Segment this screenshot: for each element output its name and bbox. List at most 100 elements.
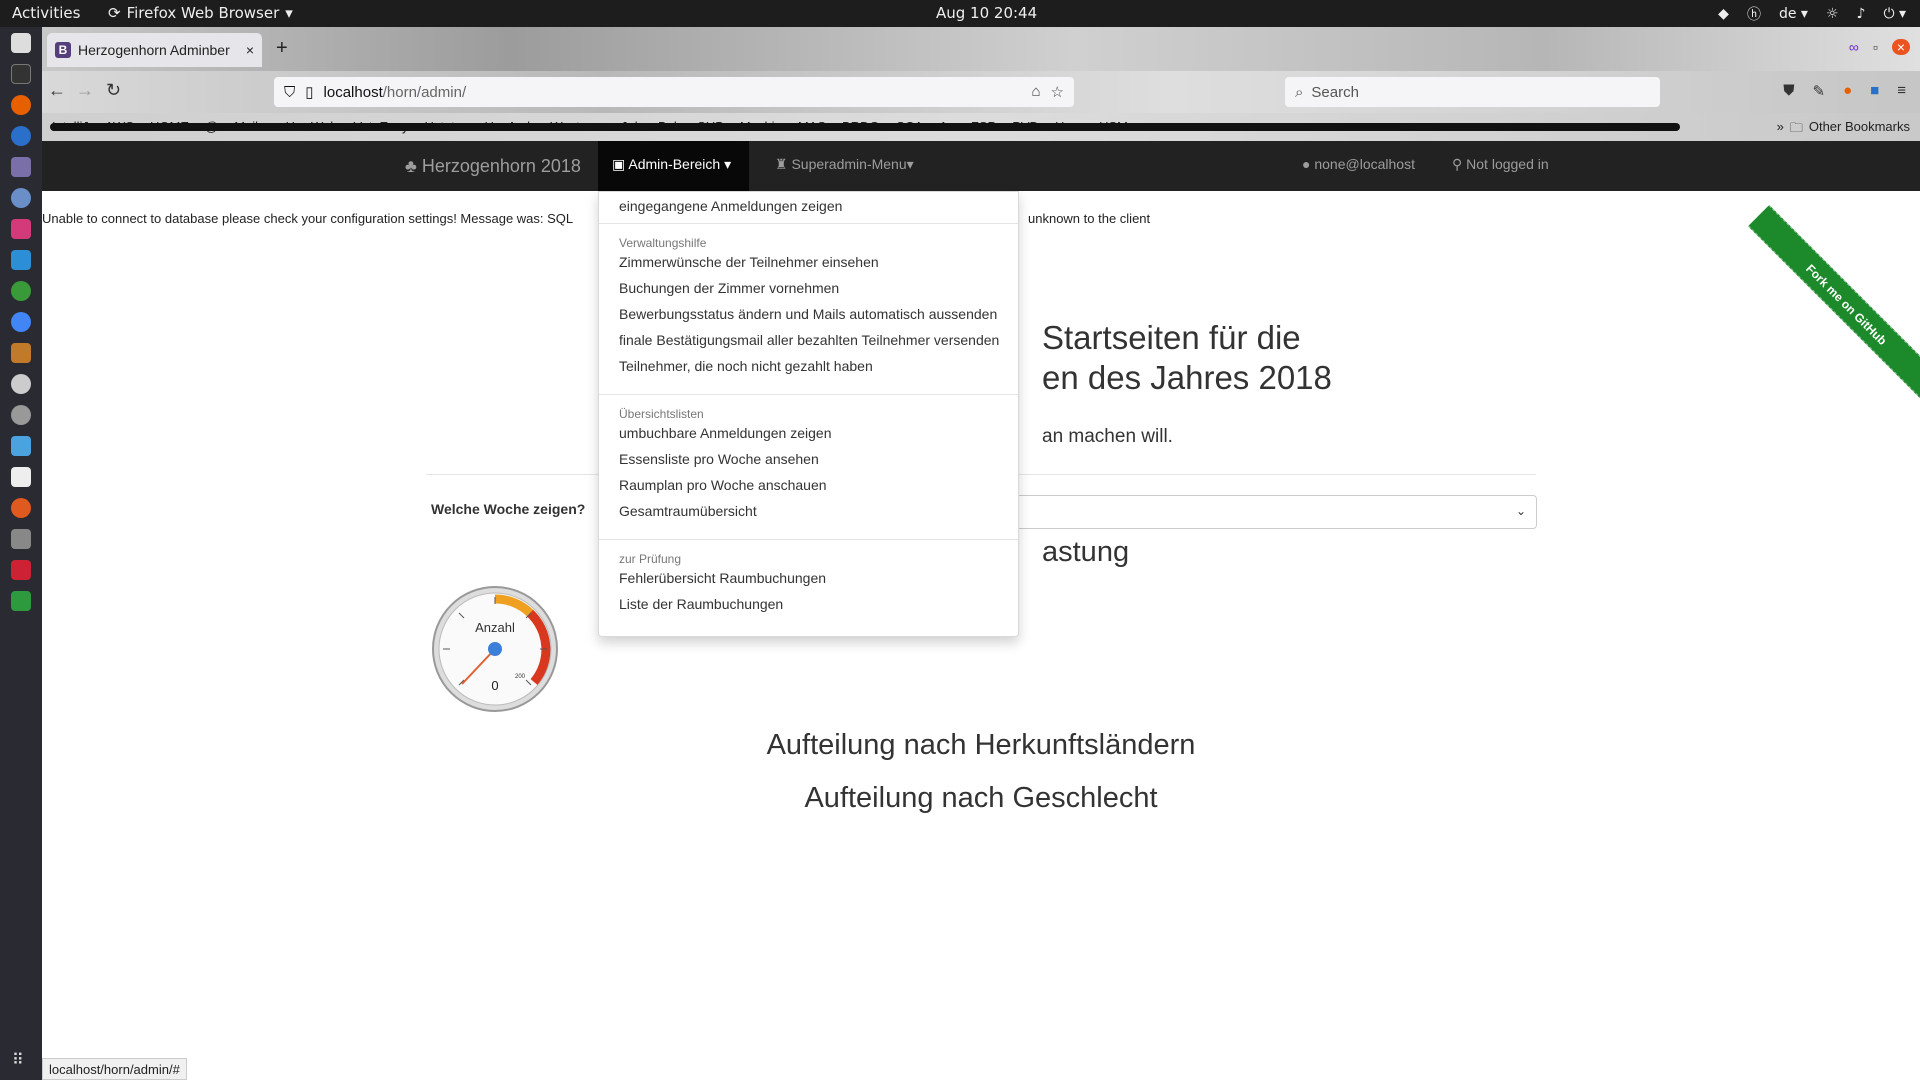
- dropdown-item-meal-list[interactable]: Essensliste pro Woche ansehen: [619, 451, 819, 467]
- camera-icon[interactable]: [11, 436, 31, 456]
- dropdown-item-unpaid[interactable]: Teilnehmer, die noch nicht gezahlt haben: [619, 358, 873, 374]
- dropdown-item-total-rooms[interactable]: Gesamtraumübersicht: [619, 503, 757, 519]
- extension-icon[interactable]: ■: [1870, 82, 1879, 100]
- books-icon[interactable]: [11, 343, 31, 363]
- firefox-window: B Herzogenhorn Adminber × + ∞ ▫ × ← → ↻ …: [42, 27, 1920, 1080]
- hp-icon[interactable]: ⓗ: [1747, 4, 1761, 24]
- dropdown-item-room-plan[interactable]: Raumplan pro Woche anschauen: [619, 477, 827, 493]
- firefox-icon[interactable]: [11, 95, 31, 115]
- brightness-icon[interactable]: ☼: [1826, 6, 1839, 22]
- link-status-bar: localhost/horn/admin/#: [42, 1058, 187, 1080]
- forward-icon[interactable]: →: [76, 80, 94, 101]
- caret-down-icon: ▾: [724, 156, 732, 172]
- files-icon[interactable]: [11, 33, 31, 53]
- dropdown-item-final-confirmation[interactable]: finale Bestätigungsmail aller bezahlten …: [619, 332, 999, 348]
- menu-icon[interactable]: ≡: [1897, 82, 1906, 100]
- gender-heading: Aufteilung nach Geschlecht: [804, 782, 1158, 814]
- shield-icon[interactable]: ⛉: [284, 84, 295, 101]
- dropdown-item-booking-errors[interactable]: Fehlerübersicht Raumbuchungen: [619, 570, 826, 586]
- app-icon[interactable]: [11, 560, 31, 580]
- spreadsheet-icon[interactable]: [11, 591, 31, 611]
- admin-menu-toggle[interactable]: ▣ Admin-Bereich ▾: [598, 141, 749, 191]
- dropdown-item-booking-list[interactable]: Liste der Raumbuchungen: [619, 596, 783, 612]
- chrome-icon[interactable]: [11, 312, 31, 332]
- chevron-down-icon: ⌄: [1515, 504, 1526, 518]
- superadmin-menu-toggle[interactable]: ♜ Superadmin-Menu▾: [775, 156, 914, 173]
- dropdown-item-application-status[interactable]: Bewerbungsstatus ändern und Mails automa…: [619, 306, 997, 322]
- search-bar[interactable]: ⌕ Search: [1285, 77, 1660, 107]
- hero-subtitle: an machen will.: [1042, 426, 1173, 447]
- firefox-icon: ⟳: [108, 4, 121, 22]
- intellij-icon[interactable]: [11, 219, 31, 239]
- settings-icon[interactable]: [11, 405, 31, 425]
- app-icon[interactable]: [11, 188, 31, 208]
- dropbox-icon[interactable]: ◆: [1718, 6, 1729, 22]
- app-icon[interactable]: [11, 281, 31, 301]
- thunderbird-icon[interactable]: [11, 126, 31, 146]
- dropdown-divider: [599, 394, 1018, 395]
- power-icon[interactable]: ⏻ ▾: [1883, 6, 1906, 22]
- dropdown-header-admin-help: Verwaltungshilfe: [619, 236, 707, 250]
- back-icon[interactable]: ←: [48, 80, 66, 101]
- site-brand[interactable]: ♣ Herzogenhorn 2018: [405, 156, 581, 177]
- url-bar[interactable]: ⛉ ▯ localhost/horn/admin/ ⌂ ☆: [274, 77, 1074, 107]
- gauge-value: 0: [491, 678, 498, 693]
- chevron-double-right-icon[interactable]: »: [1777, 119, 1784, 141]
- dropdown-divider: [599, 223, 1018, 224]
- fork-me-ribbon[interactable]: Fork me on GitHub: [1748, 205, 1920, 403]
- gauge-max-label: 200: [515, 674, 526, 680]
- dropdown-item-rebookable[interactable]: umbuchbare Anmeldungen zeigen: [619, 425, 832, 441]
- tab-active[interactable]: B Herzogenhorn Adminber ×: [47, 33, 262, 67]
- app-icon[interactable]: [11, 529, 31, 549]
- dropdown-item-book-rooms[interactable]: Buchungen der Zimmer vornehmen: [619, 280, 839, 296]
- activities-button[interactable]: Activities: [12, 4, 80, 22]
- language-indicator[interactable]: de ▾: [1779, 6, 1808, 22]
- home-icon[interactable]: ⌂: [1031, 83, 1040, 101]
- window-controls: ∞ ▫ ×: [1849, 39, 1910, 55]
- occupancy-gauge: Anzahl 200 0: [430, 584, 560, 714]
- system-top-bar: Activities ⟳ Firefox Web Browser ▾ Aug 1…: [0, 0, 1920, 27]
- chat-icon[interactable]: [11, 157, 31, 177]
- hero-heading-line2: en des Jahres 2018: [1042, 359, 1332, 396]
- show-apps-icon[interactable]: ⠿: [12, 1050, 24, 1070]
- reload-icon[interactable]: ↻: [106, 80, 121, 101]
- close-window-icon[interactable]: ×: [1891, 39, 1910, 55]
- system-tray[interactable]: ◆ ⓗ de ▾ ☼ ♪ ⏻ ▾: [1718, 4, 1906, 24]
- close-tab-icon[interactable]: ×: [246, 42, 254, 58]
- updater-icon[interactable]: [11, 374, 31, 394]
- volume-icon[interactable]: ♪: [1857, 6, 1866, 22]
- hero-heading-line1: Startseiten für die: [1042, 319, 1301, 356]
- folder-icon: 🗀: [1789, 120, 1803, 135]
- bootstrap-favicon-icon: B: [55, 42, 71, 58]
- vscode-icon[interactable]: [11, 250, 31, 270]
- dropdown-item-registrations[interactable]: eingegangene Anmeldungen zeigen: [619, 198, 842, 214]
- terminal-icon[interactable]: [11, 64, 31, 84]
- other-bookmarks[interactable]: » 🗀 Other Bookmarks: [1777, 119, 1910, 141]
- app-icon[interactable]: [11, 467, 31, 487]
- search-icon: ⌕: [1295, 83, 1304, 101]
- dropdown-divider: [599, 539, 1018, 540]
- user-link[interactable]: ● none@localhost: [1302, 156, 1415, 172]
- navigation-toolbar: ← → ↻ ⛉ ▯ localhost/horn/admin/ ⌂ ☆ ⌕ Se…: [42, 71, 1920, 113]
- new-tab-button[interactable]: +: [276, 37, 288, 60]
- extension-icon[interactable]: ●: [1843, 82, 1852, 100]
- restore-icon[interactable]: ▫: [1873, 39, 1878, 55]
- login-status-link[interactable]: ⚲ Not logged in: [1452, 156, 1549, 173]
- bookmark-star-icon[interactable]: ☆: [1051, 83, 1064, 101]
- private-browsing-icon[interactable]: ∞: [1849, 39, 1859, 55]
- app-icon[interactable]: [11, 498, 31, 518]
- caret-down-icon: ▾: [906, 156, 914, 172]
- tower-icon: ♜: [775, 156, 788, 172]
- tree-icon: ♣: [405, 156, 417, 176]
- dropdown-item-room-wishes[interactable]: Zimmerwünsche der Teilnehmer einsehen: [619, 254, 879, 270]
- search-placeholder: Search: [1311, 83, 1359, 101]
- pocket-icon[interactable]: ⛊: [1783, 82, 1794, 100]
- tab-strip: B Herzogenhorn Adminber × + ∞ ▫ ×: [42, 27, 1920, 71]
- extension-icon[interactable]: ✎: [1813, 82, 1826, 100]
- clock[interactable]: Aug 10 20:44: [936, 4, 1037, 22]
- page-icon[interactable]: ▯: [305, 83, 313, 101]
- app-menu[interactable]: ⟳ Firefox Web Browser ▾: [108, 4, 293, 22]
- url-text[interactable]: localhost/horn/admin/: [324, 84, 467, 101]
- gauge-label: Anzahl: [475, 620, 515, 635]
- web-page: ♣ Herzogenhorn 2018 ▣ Admin-Bereich ▾ ♜ …: [42, 141, 1920, 1080]
